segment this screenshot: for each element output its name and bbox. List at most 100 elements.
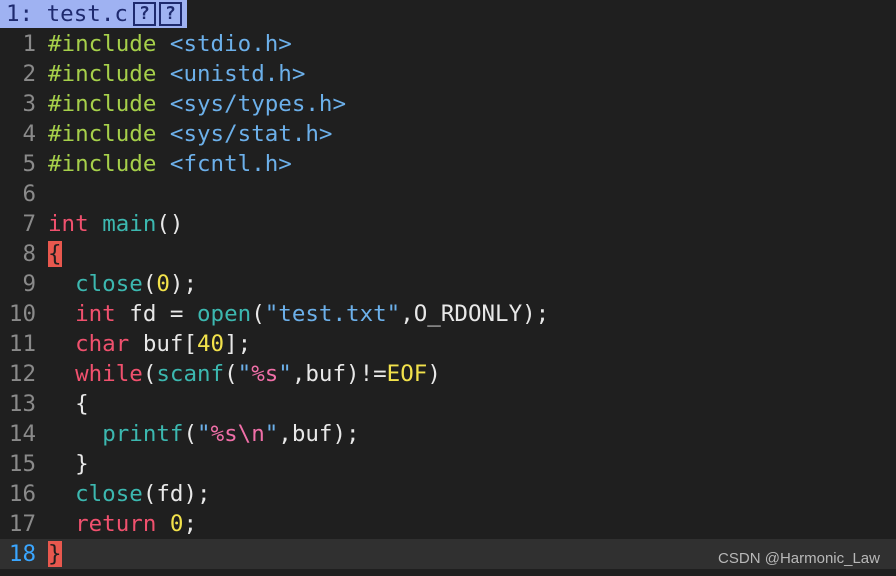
code-text: char buf[40]; (36, 329, 251, 359)
code-text: close(fd); (36, 479, 211, 509)
code-token: EOF (386, 361, 428, 387)
code-token: (fd); (142, 481, 211, 507)
matched-brace: { (48, 241, 62, 267)
code-token: 0 (169, 511, 184, 537)
code-token: %s\n (210, 421, 265, 447)
code-text: return 0; (36, 509, 197, 539)
code-line[interactable]: 6 (0, 179, 896, 209)
code-line[interactable]: 4 #include <sys/stat.h> (0, 119, 896, 149)
code-token: { (48, 391, 89, 417)
code-text: #include <sys/types.h> (36, 89, 346, 119)
code-text: while(scanf("%s",buf)!=EOF) (36, 359, 441, 389)
code-text: { (36, 239, 62, 269)
code-token: #include (48, 121, 170, 147)
tab-label: 1: test.c (6, 1, 128, 27)
code-token: ( (183, 421, 198, 447)
code-token: ,buf)!= (291, 361, 387, 387)
code-text: } (36, 449, 89, 479)
code-token: printf (102, 421, 184, 447)
code-line[interactable]: 5 #include <fcntl.h> (0, 149, 896, 179)
code-token: <sys/stat.h> (169, 121, 333, 147)
line-number: 15 (8, 451, 36, 477)
code-line[interactable]: 1 #include <stdio.h> (0, 29, 896, 59)
code-line[interactable]: 17 return 0; (0, 509, 896, 539)
code-token: #include (48, 31, 170, 57)
code-text: int main() (36, 209, 183, 239)
code-token: ( (251, 301, 265, 327)
line-number: 18 (8, 541, 36, 567)
code-token: <fcntl.h> (169, 151, 292, 177)
code-text: #include <stdio.h> (36, 29, 292, 59)
code-token: ; (183, 511, 198, 537)
line-number: 16 (8, 481, 36, 507)
code-token: fd = (115, 301, 198, 327)
watermark: CSDN @Harmonic_Law (718, 550, 880, 567)
code-line[interactable]: 9 close(0); (0, 269, 896, 299)
code-line[interactable]: 12 while(scanf("%s",buf)!=EOF) (0, 359, 896, 389)
code-editor[interactable]: 1 #include <stdio.h> 2 #include <unistd.h> 3… (0, 29, 896, 569)
code-token: " (264, 421, 279, 447)
code-token: #include (48, 61, 170, 87)
code-token: ( (224, 361, 238, 387)
code-token: #include (48, 91, 170, 117)
code-token: ( (142, 361, 157, 387)
code-token: " (197, 421, 211, 447)
tab-test-c[interactable]: 1: test.c ? ? (0, 0, 187, 28)
code-text: int fd = open("test.txt",O_RDONLY); (36, 299, 549, 329)
code-line[interactable]: 15 } (0, 449, 896, 479)
line-number: 6 (22, 181, 36, 207)
code-token: char (75, 331, 130, 357)
code-token: close (75, 481, 143, 507)
line-number: 14 (8, 421, 36, 447)
line-number: 2 (22, 61, 36, 87)
code-token: " (278, 361, 292, 387)
code-token: ( (142, 271, 157, 297)
code-token: () (156, 211, 184, 237)
line-number: 1 (22, 31, 36, 57)
line-number: 10 (8, 301, 36, 327)
code-line[interactable]: 11 char buf[40]; (0, 329, 896, 359)
line-number: 4 (22, 121, 36, 147)
code-text: { (36, 389, 89, 419)
line-number: 7 (22, 211, 36, 237)
code-token: return (75, 511, 157, 537)
code-text: #include <sys/stat.h> (36, 119, 332, 149)
line-number: 13 (8, 391, 36, 417)
code-token: " (237, 361, 252, 387)
code-token: int (48, 211, 89, 237)
line-number: 3 (22, 91, 36, 117)
code-line[interactable]: 8{ (0, 239, 896, 269)
code-token: %s (251, 361, 279, 387)
code-token: #include (48, 151, 170, 177)
code-token: close (75, 271, 143, 297)
code-text: #include <unistd.h> (36, 59, 305, 89)
code-line[interactable]: 10 int fd = open("test.txt",O_RDONLY); (0, 299, 896, 329)
code-line[interactable]: 16 close(fd); (0, 479, 896, 509)
code-line[interactable]: 7 int main() (0, 209, 896, 239)
code-token: 0 (156, 271, 170, 297)
code-line[interactable]: 3 #include <sys/types.h> (0, 89, 896, 119)
code-token: ,buf); (278, 421, 360, 447)
line-number: 8 (22, 241, 36, 267)
code-token: "test.txt" (264, 301, 401, 327)
code-token: main (102, 211, 157, 237)
code-text: printf("%s\n",buf); (36, 419, 360, 449)
code-token: int (75, 301, 116, 327)
code-token: ,O_RDONLY); (400, 301, 550, 327)
code-line[interactable]: 2 #include <unistd.h> (0, 59, 896, 89)
code-token: open (197, 301, 252, 327)
line-number: 17 (8, 511, 36, 537)
matched-brace: } (48, 541, 62, 567)
line-number: 9 (22, 271, 36, 297)
code-line[interactable]: 13 { (0, 389, 896, 419)
line-number: 12 (8, 361, 36, 387)
code-line[interactable]: 14 printf("%s\n",buf); (0, 419, 896, 449)
code-token: } (48, 451, 89, 477)
